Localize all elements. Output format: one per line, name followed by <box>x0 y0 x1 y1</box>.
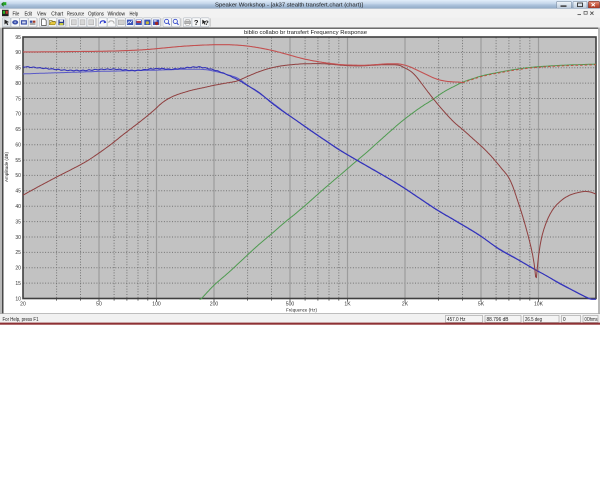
svg-text:View: View <box>37 11 47 17</box>
svg-text:2K: 2K <box>402 302 409 308</box>
svg-text:For Help, press F1: For Help, press F1 <box>3 317 39 323</box>
svg-text:35: 35 <box>15 219 21 225</box>
svg-text:Help: Help <box>130 11 139 17</box>
svg-text:26.5 deg: 26.5 deg <box>525 317 542 323</box>
svg-text:15: 15 <box>15 281 21 287</box>
svg-text:70: 70 <box>15 112 21 118</box>
svg-text:50: 50 <box>15 173 21 179</box>
svg-text:50: 50 <box>96 302 102 308</box>
svg-text:Resource: Resource <box>67 11 84 17</box>
svg-text:5K: 5K <box>478 302 485 308</box>
svg-text:20: 20 <box>15 266 21 272</box>
svg-text:25: 25 <box>15 250 21 256</box>
svg-text:Amplitude (dB): Amplitude (dB) <box>4 152 9 182</box>
svg-text:1K: 1K <box>344 302 351 308</box>
svg-text:65: 65 <box>15 127 21 133</box>
svg-text:biblio collabo br transfert Fr: biblio collabo br transfert Frequency Re… <box>244 30 367 36</box>
svg-text:Options: Options <box>88 11 104 17</box>
svg-text:File: File <box>13 11 20 17</box>
svg-text:20: 20 <box>20 302 26 308</box>
svg-text:?: ? <box>205 20 209 27</box>
svg-text:Fréquence (Hz): Fréquence (Hz) <box>286 307 317 312</box>
svg-text:?: ? <box>194 18 199 27</box>
svg-text:10: 10 <box>15 296 21 302</box>
svg-text:45: 45 <box>15 189 21 195</box>
svg-text:40: 40 <box>15 204 21 210</box>
svg-text:80: 80 <box>15 81 21 87</box>
svg-text:0Ohms: 0Ohms <box>585 317 598 323</box>
svg-text:100: 100 <box>152 302 161 308</box>
svg-text:0: 0 <box>563 317 566 323</box>
svg-text:95: 95 <box>15 35 21 41</box>
svg-text:Speaker Workshop - [ak37 steal: Speaker Workshop - [ak37 stealth transfe… <box>215 2 364 8</box>
svg-text:457.0 Hz: 457.0 Hz <box>447 317 466 323</box>
svg-text:75: 75 <box>15 96 21 102</box>
svg-text:200: 200 <box>210 302 219 308</box>
svg-text:Edit: Edit <box>25 11 33 17</box>
svg-text:60: 60 <box>15 143 21 149</box>
svg-text:55: 55 <box>15 158 21 164</box>
svg-text:Window: Window <box>108 11 126 17</box>
svg-text:88.796 dB: 88.796 dB <box>487 317 510 323</box>
svg-text:85: 85 <box>15 66 21 72</box>
svg-text:Chart: Chart <box>51 11 63 17</box>
svg-text:90: 90 <box>15 50 21 56</box>
svg-text:10K: 10K <box>534 302 544 308</box>
svg-text:30: 30 <box>15 235 21 241</box>
